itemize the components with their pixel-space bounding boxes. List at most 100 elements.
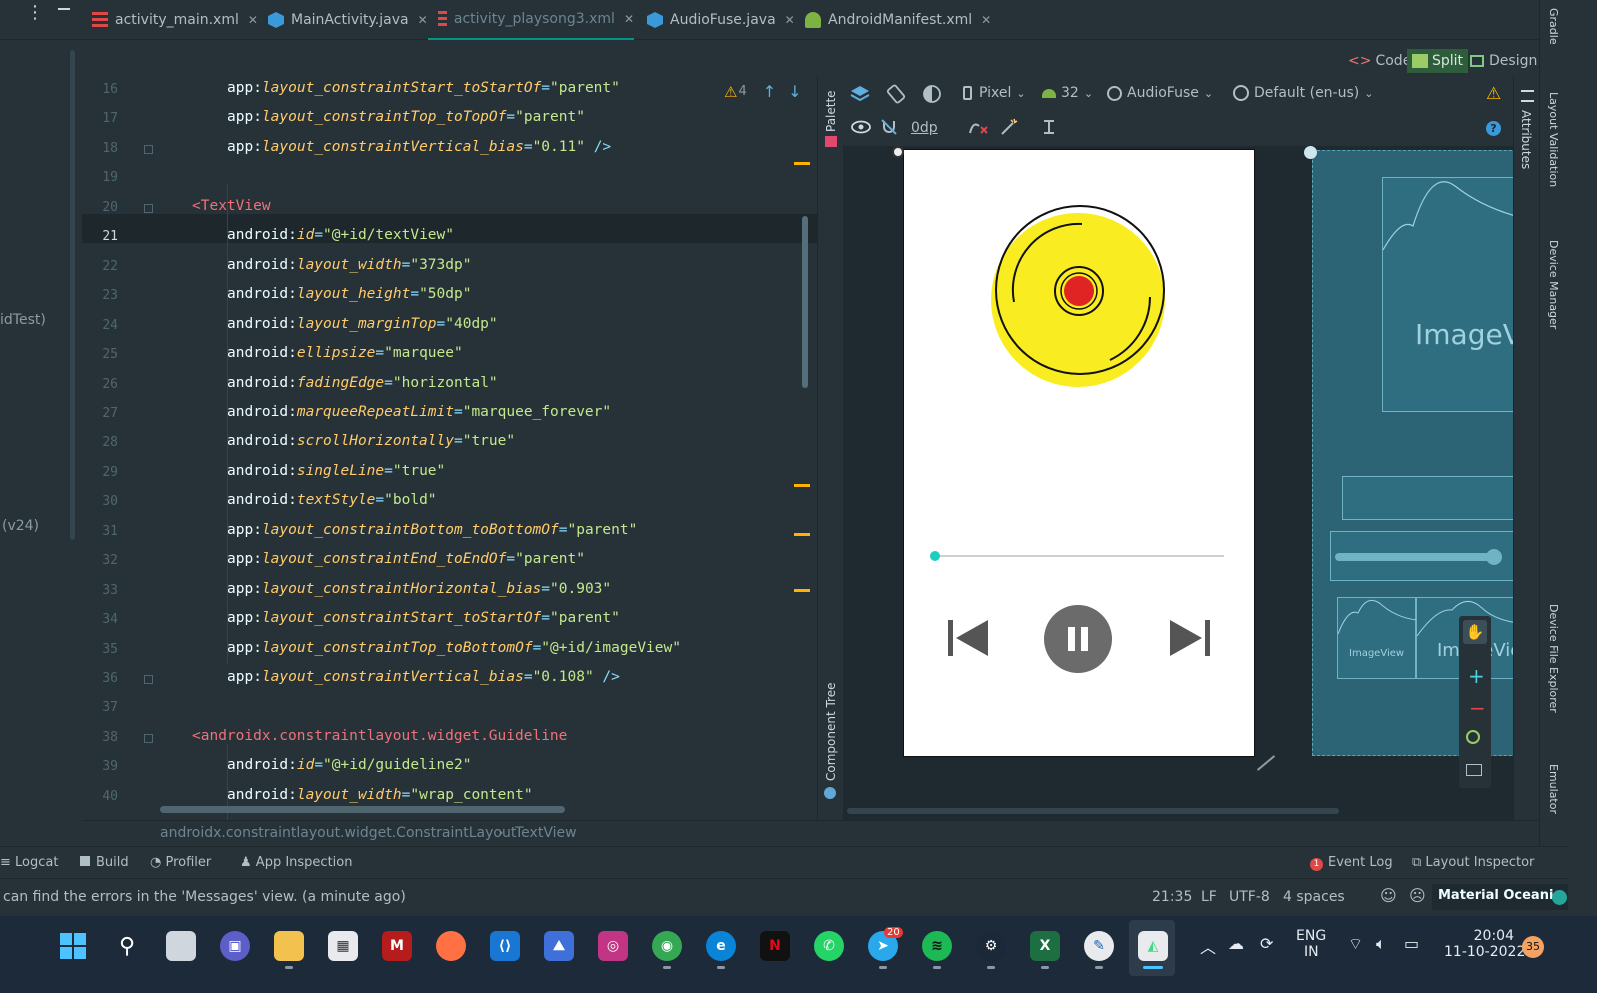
pause-button[interactable] [1044,605,1112,673]
windows-start-icon[interactable] [58,931,88,961]
code-line[interactable]: app:layout_constraintBottom_toBottomOf="… [227,522,637,538]
microsoft-store-icon[interactable]: ▦ [328,931,358,961]
selection-handle[interactable] [1304,146,1317,159]
arrow-up-icon[interactable]: ↑ [763,82,776,101]
mcafee-icon[interactable]: M [382,931,412,961]
android-studio-icon[interactable]: ◭ [1138,931,1168,961]
device-file-explorer-tab[interactable]: Device File Explorer [1547,604,1560,713]
album-disc-image[interactable] [990,202,1170,392]
code-line[interactable]: android:fadingEdge="horizontal" [227,375,498,391]
code-line[interactable]: android:layout_width="373dp" [227,257,471,273]
instagram-icon[interactable]: ◎ [598,931,628,961]
profiler-button[interactable]: ◔ Profiler [150,855,211,870]
line-separator[interactable]: LF [1201,889,1217,905]
sad-feedback-icon[interactable]: ☹ [1409,886,1426,905]
tab-audiofuse[interactable]: AudioFuse.java ✕ [647,0,795,40]
code-line[interactable]: android:layout_width="wrap_content" [227,787,533,803]
tab-activity-main[interactable]: activity_main.xml ✕ [92,0,258,40]
code-line[interactable]: android:layout_height="50dp" [227,286,471,302]
show-hidden-icons-icon[interactable]: ︿ [1200,934,1216,958]
code-view-button[interactable]: <> Code [1348,49,1411,73]
file-explorer-icon[interactable] [274,931,304,961]
fold-marker-icon[interactable] [144,733,153,743]
device-manager-tab[interactable]: Device Manager [1547,240,1560,329]
onedrive-icon[interactable]: ☁ [1228,934,1244,953]
fold-marker-icon[interactable] [144,144,153,154]
code-line[interactable]: android:marqueeRepeatLimit="marquee_fore… [227,404,611,420]
orientation-icon[interactable] [885,83,907,105]
tab-activity-playsong3[interactable]: activity_playsong3.xml ✕ [428,0,634,40]
build-button[interactable]: Build [80,855,129,870]
palette-tab[interactable]: Palette [824,90,838,132]
logcat-button[interactable]: ≡ Logcat [0,855,58,870]
split-view-button[interactable]: Split [1407,49,1469,73]
fold-marker-icon[interactable] [144,203,153,213]
night-mode-icon[interactable] [921,83,943,105]
clear-constraints-icon[interactable] [967,118,989,136]
help-icon[interactable]: ? [1486,121,1501,136]
spotify-icon[interactable]: ≋ [922,931,952,961]
code-line[interactable]: android:textStyle="bold" [227,492,437,508]
steam-icon[interactable]: ⚙ [976,931,1006,961]
layers-icon[interactable] [849,83,871,105]
code-line[interactable]: android:ellipsize="marquee" [227,345,463,361]
vscode-icon[interactable]: ⟨⟩ [490,931,520,961]
photos-icon[interactable]: ⛰ [544,931,574,961]
resize-handle-icon[interactable] [1256,755,1276,771]
more-options-icon[interactable]: ⋮ [26,2,44,23]
code-editor[interactable]: 16 app:layout_constraintStart_toStartOf="… [82,76,817,820]
zoom-to-fit-icon[interactable] [1466,730,1480,744]
app-icon[interactable]: ✎ [1084,931,1114,961]
blueprint-text-view[interactable] [1342,476,1513,520]
seek-bar[interactable] [930,550,1224,562]
indent-setting[interactable]: 4 spaces [1283,889,1345,905]
clock[interactable]: 20:04 11-10-2022 [1444,928,1525,960]
layout-inspector-button[interactable]: ⧉ Layout Inspector [1412,855,1534,870]
inspection-widget[interactable]: ⚠ 4 ↑ ↓ [724,82,802,101]
phone-preview[interactable] [904,150,1254,756]
blueprint-seekbar[interactable] [1330,531,1513,581]
breadcrumb-item[interactable]: TextView [515,825,577,841]
netflix-icon[interactable]: N [760,931,790,961]
arrow-down-icon[interactable]: ↓ [788,82,801,101]
code-line[interactable]: app:layout_constraintStart_toStartOf="pa… [227,610,620,626]
wifi-icon[interactable]: ⌔ [1348,934,1363,954]
volume-icon[interactable]: 🔈︎ [1376,934,1386,954]
default-margin-field[interactable]: 0dp [911,120,938,136]
notification-badge[interactable]: 35 [1522,936,1544,958]
device-selector[interactable]: Pixel ⌄ [963,85,1026,101]
locale-selector[interactable]: Default (en-us) ⌄ [1233,85,1373,101]
warning-marker[interactable] [794,533,810,536]
zoom-out-icon[interactable]: − [1469,696,1486,720]
code-tag[interactable]: <androidx.constraintlayout.widget.Guidel… [192,728,567,744]
code-line[interactable]: app:layout_constraintTop_toTopOf="parent… [227,109,585,125]
warning-icon[interactable]: ⚠ [1486,84,1501,104]
tab-android-manifest[interactable]: AndroidManifest.xml ✕ [805,0,991,40]
close-icon[interactable]: ✕ [248,13,258,27]
whatsapp-icon[interactable]: ✆ [814,931,844,961]
warning-marker[interactable] [794,162,810,165]
chat-icon[interactable]: ▣ [220,931,250,961]
battery-icon[interactable]: ▭ [1404,934,1419,953]
editor-horizontal-scrollbar[interactable] [160,806,565,813]
code-line[interactable]: android:layout_marginTop="40dp" [227,316,498,332]
search-icon[interactable]: ⚲ [112,931,142,961]
app-inspection-button[interactable]: ♟ App Inspection [240,855,352,870]
warning-marker[interactable] [794,589,810,592]
emulator-tab[interactable]: Emulator [1547,764,1560,814]
close-icon[interactable]: ✕ [785,13,795,27]
pan-hand-icon[interactable]: ✋ [1463,620,1487,644]
sync-icon[interactable]: ⟳ [1260,934,1273,953]
design-canvas[interactable]: ImageV ImageView ImageVie ✋ + − [843,146,1513,820]
event-log-button[interactable]: 1 Event Log [1310,855,1393,871]
seek-thumb[interactable] [930,551,940,561]
minimize-icon[interactable] [58,8,70,10]
code-line[interactable]: android:scrollHorizontally="true" [227,433,515,449]
firefox-icon[interactable] [436,931,466,961]
close-icon[interactable]: ✕ [624,12,634,26]
design-view-button[interactable]: Design [1470,49,1537,73]
autoconnect-off-icon[interactable] [880,118,898,136]
zoom-actual-icon[interactable] [1466,764,1482,776]
next-button[interactable] [1168,616,1212,664]
edge-icon[interactable]: e [706,931,736,961]
